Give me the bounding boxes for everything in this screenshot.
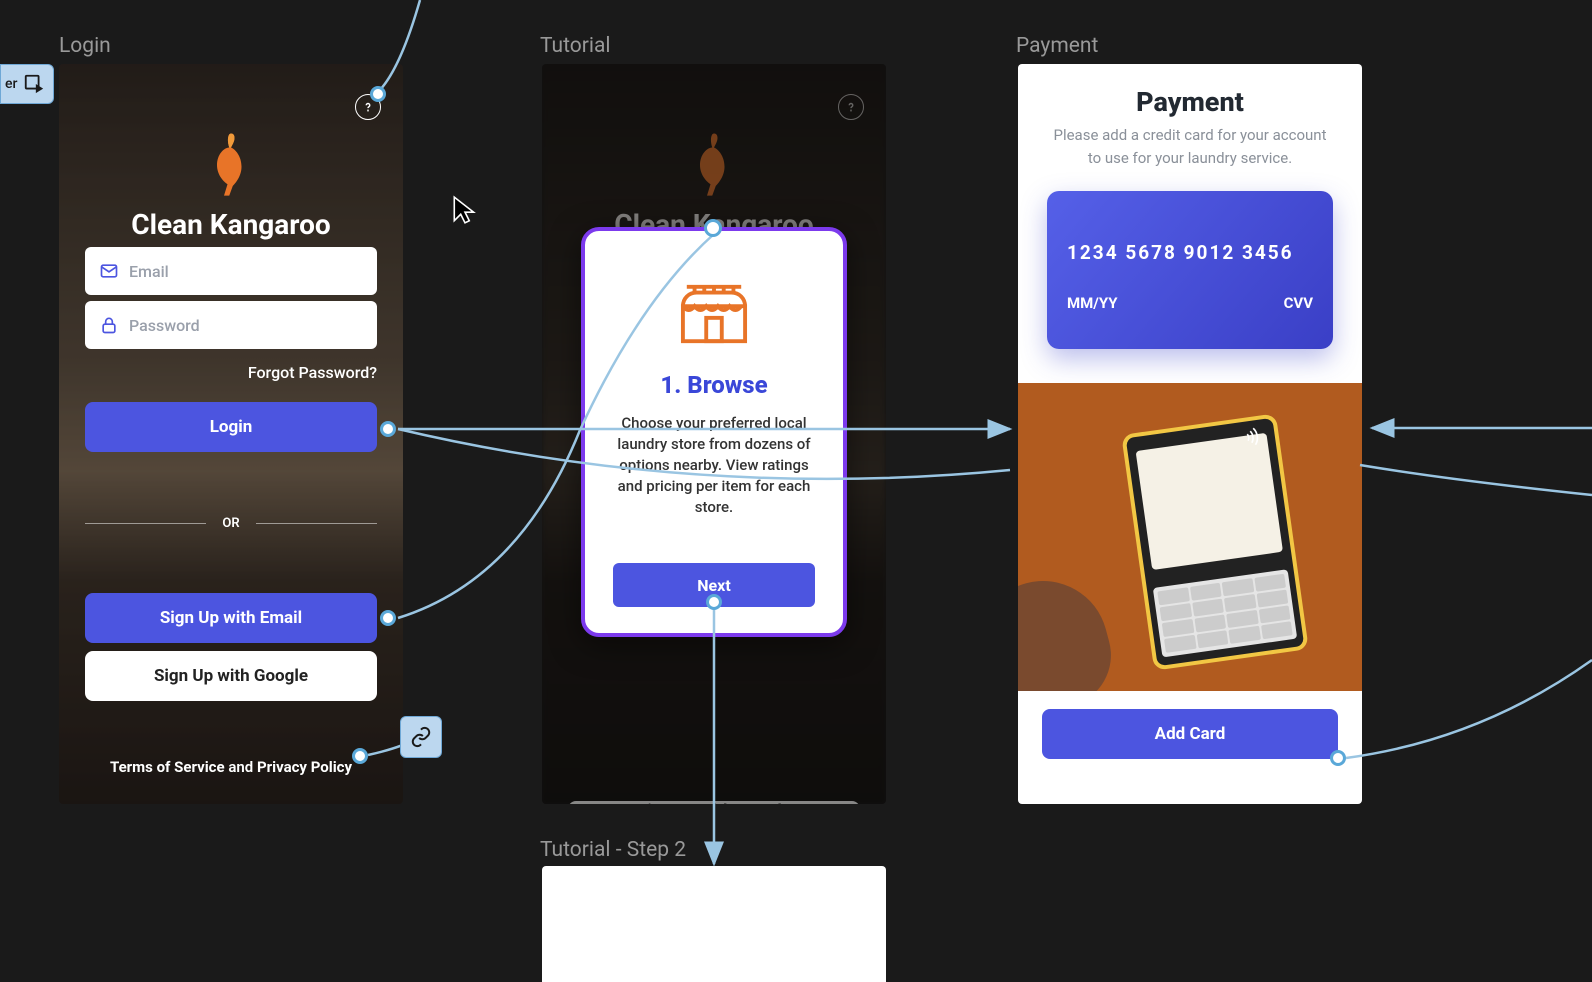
tutorial-title: 1. Browse <box>660 371 767 399</box>
card-number-field[interactable]: 1234 5678 9012 3456 <box>1067 241 1313 264</box>
prototype-node[interactable] <box>704 219 722 237</box>
frame-label-tutorial-step-2[interactable]: Tutorial - Step 2 <box>540 838 686 862</box>
prototype-node[interactable] <box>380 421 396 437</box>
prototype-node[interactable] <box>380 610 396 626</box>
prototype-node[interactable] <box>352 748 368 764</box>
card-cvv-field[interactable]: CVV <box>1284 294 1313 312</box>
frame-login[interactable]: Clean Kangaroo Email Password Forgot Pas… <box>59 64 403 804</box>
signup-google-button-ghost: Sign Up with Google <box>568 801 860 804</box>
credit-card-visual[interactable]: 1234 5678 9012 3456 MM/YY CVV <box>1047 191 1333 349</box>
privacy-link[interactable]: Privacy Policy <box>257 758 352 776</box>
brand-name: Clean Kangaroo <box>131 208 330 241</box>
hand-graphic <box>1018 566 1123 691</box>
email-field[interactable]: Email <box>85 247 377 295</box>
legal-footer: Terms of Service and Privacy Policy <box>85 758 377 780</box>
link-icon <box>410 726 432 748</box>
frame-tutorial-step-2[interactable] <box>542 866 886 982</box>
or-divider: OR <box>85 516 377 531</box>
terms-link[interactable]: Terms of Service <box>110 758 225 776</box>
card-expiry-field[interactable]: MM/YY <box>1067 294 1118 312</box>
add-card-button[interactable]: Add Card <box>1042 709 1338 759</box>
mail-icon <box>99 261 119 281</box>
prototype-node[interactable] <box>1330 750 1346 766</box>
kangaroo-icon <box>201 130 261 200</box>
frame-payment[interactable]: Payment Please add a credit card for you… <box>1018 64 1362 804</box>
frame-tutorial[interactable]: Clean Kangaroo Sign Up with Google Terms… <box>542 64 886 804</box>
tutorial-body: Choose your preferred local laundry stor… <box>613 413 815 518</box>
store-icon <box>675 279 753 347</box>
brand-logo: Clean Kangaroo <box>85 130 377 241</box>
frame-label-login[interactable]: Login <box>59 34 111 58</box>
link-badge[interactable] <box>400 716 442 758</box>
payment-subtitle: Please add a credit card for your accoun… <box>1050 124 1330 169</box>
frame-label-tutorial[interactable]: Tutorial <box>540 34 611 58</box>
signup-google-button[interactable]: Sign Up with Google <box>85 651 377 701</box>
or-label: OR <box>222 516 239 531</box>
password-field[interactable]: Password <box>85 301 377 349</box>
help-icon <box>838 94 864 120</box>
signup-email-button[interactable]: Sign Up with Email <box>85 593 377 643</box>
email-placeholder: Email <box>129 262 169 281</box>
pos-terminal-graphic <box>1121 413 1309 670</box>
payment-terminal-image <box>1018 383 1362 691</box>
design-canvas[interactable]: er Login Tutorial Payment Tutorial - Ste… <box>0 0 1592 982</box>
prototype-play-icon <box>23 73 45 95</box>
lock-icon <box>99 315 119 335</box>
cursor-pointer-icon <box>452 195 478 229</box>
frame-label-payment[interactable]: Payment <box>1016 34 1098 58</box>
forgot-password-link[interactable]: Forgot Password? <box>85 363 377 382</box>
prototype-toolbar-stub[interactable]: er <box>0 64 54 104</box>
login-button[interactable]: Login <box>85 402 377 452</box>
contactless-icon <box>1241 425 1264 453</box>
prototype-node[interactable] <box>706 594 722 610</box>
tutorial-modal-card[interactable]: 1. Browse Choose your preferred local la… <box>581 227 847 637</box>
toolbar-text-fragment: er <box>5 76 17 92</box>
password-placeholder: Password <box>129 316 200 335</box>
payment-title: Payment <box>1136 86 1244 118</box>
prototype-node[interactable] <box>370 86 386 102</box>
